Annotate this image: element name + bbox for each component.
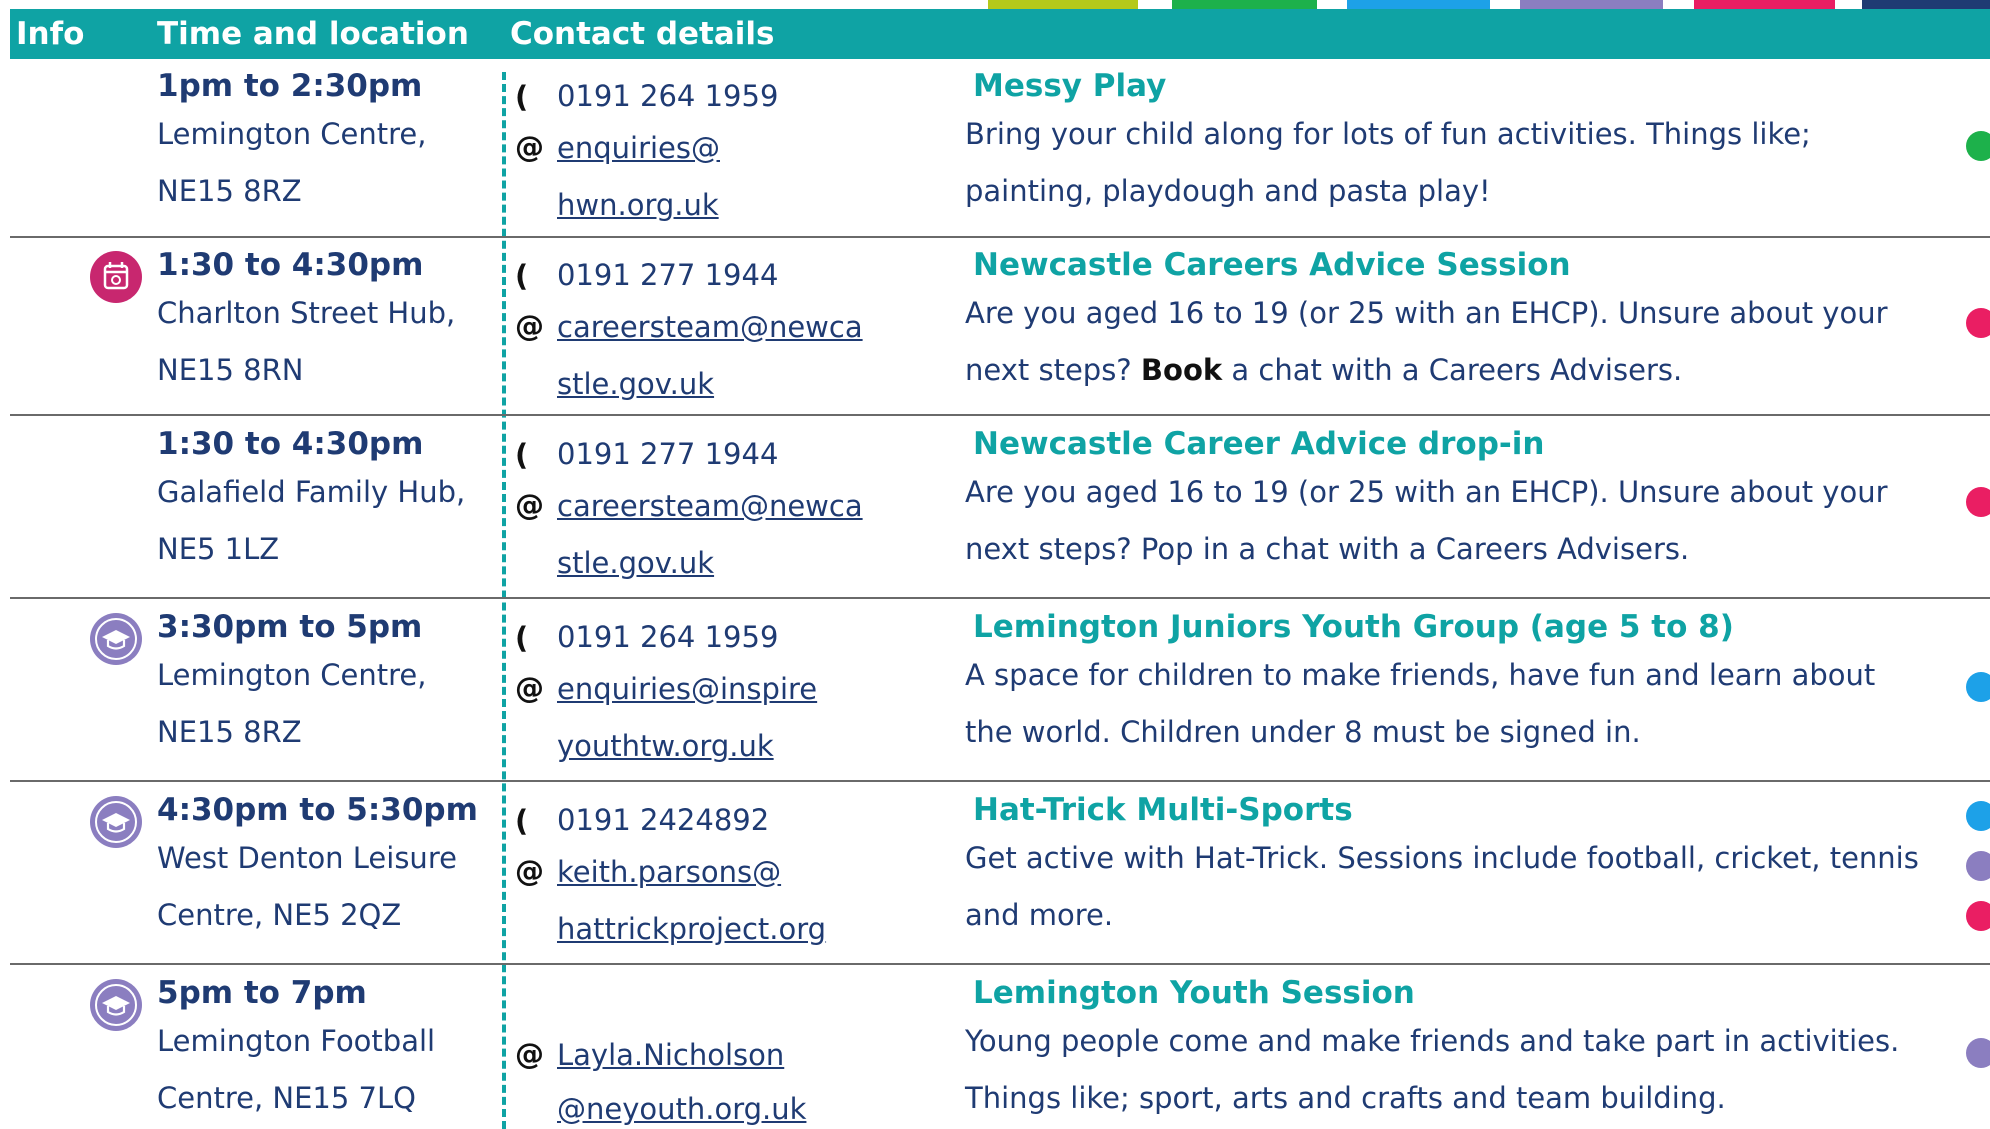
phone-number: 0191 277 1944 bbox=[557, 437, 779, 471]
session-place-line1: Charlton Street Hub, bbox=[157, 296, 456, 330]
row-divider bbox=[10, 414, 1990, 416]
phone-icon: ( bbox=[515, 621, 529, 655]
email-link-line1[interactable]: Layla.Nicholson bbox=[557, 1038, 784, 1072]
session-time: 3:30pm to 5pm bbox=[157, 609, 423, 645]
table-row: 1pm to 2:30pm Lemington Centre, NE15 8RZ… bbox=[0, 68, 1990, 237]
phone-number: 0191 264 1959 bbox=[557, 79, 779, 113]
session-place-line2: NE5 1LZ bbox=[157, 532, 280, 566]
activity-description-line1: Are you aged 16 to 19 (or 25 with an EHC… bbox=[965, 475, 1888, 509]
activity-description-line2: next steps? Book a chat with a Careers A… bbox=[965, 353, 1683, 387]
phone-number: 0191 2424892 bbox=[557, 803, 770, 837]
calendar-booking-icon bbox=[90, 251, 142, 303]
activity-title: Newcastle Career Advice drop-in bbox=[973, 426, 1545, 462]
category-dot-purple bbox=[1966, 851, 1990, 881]
session-time: 4:30pm to 5:30pm bbox=[157, 792, 478, 828]
category-dot-pink bbox=[1966, 901, 1990, 931]
email-icon: @ bbox=[515, 309, 544, 343]
session-place-line2: NE15 8RZ bbox=[157, 715, 302, 749]
header-info: Info bbox=[16, 16, 85, 52]
row-divider bbox=[10, 963, 1990, 965]
email-link-line2[interactable]: youthtw.org.uk bbox=[557, 729, 774, 763]
row-divider bbox=[10, 236, 1990, 238]
activity-description-line1: Bring your child along for lots of fun a… bbox=[965, 117, 1811, 151]
row-divider bbox=[10, 597, 1990, 599]
activity-description-line1: Are you aged 16 to 19 (or 25 with an EHC… bbox=[965, 296, 1888, 330]
category-dot-pink bbox=[1966, 308, 1990, 338]
email-link-line2[interactable]: hwn.org.uk bbox=[557, 188, 719, 222]
email-link-line2[interactable]: @neyouth.org.uk bbox=[557, 1092, 806, 1126]
email-icon: @ bbox=[515, 671, 544, 705]
table-row: 3:30pm to 5pm Lemington Centre, NE15 8RZ… bbox=[0, 609, 1990, 779]
activity-title: Hat-Trick Multi-Sports bbox=[973, 792, 1353, 828]
activity-description-line1: A space for children to make friends, ha… bbox=[965, 658, 1876, 692]
color-strip-green bbox=[1172, 0, 1317, 9]
email-link-line1[interactable]: careersteam@newca bbox=[557, 489, 863, 523]
session-place-line1: Galafield Family Hub, bbox=[157, 475, 466, 509]
table-row: 1:30 to 4:30pm Charlton Street Hub, NE15… bbox=[0, 247, 1990, 414]
color-strip-lime bbox=[988, 0, 1138, 9]
header-contact-details: Contact details bbox=[510, 16, 775, 52]
activity-description-line2: and more. bbox=[965, 898, 1114, 932]
color-strip-pink bbox=[1694, 0, 1835, 9]
session-place-line2: Centre, NE5 2QZ bbox=[157, 898, 402, 932]
email-icon: @ bbox=[515, 854, 544, 888]
email-icon: @ bbox=[515, 130, 544, 164]
activity-description-line1: Young people come and make friends and t… bbox=[965, 1024, 1900, 1058]
session-time: 1pm to 2:30pm bbox=[157, 68, 423, 104]
email-link-line1[interactable]: enquiries@inspire bbox=[557, 672, 817, 706]
category-dot-green bbox=[1966, 131, 1990, 161]
activity-description-line2: the world. Children under 8 must be sign… bbox=[965, 715, 1641, 749]
phone-number: 0191 264 1959 bbox=[557, 620, 779, 654]
email-link-line1[interactable]: careersteam@newca bbox=[557, 310, 863, 344]
session-place-line1: Lemington Centre, bbox=[157, 658, 427, 692]
graduation-cap-icon bbox=[90, 613, 142, 665]
activity-description-line2: painting, playdough and pasta play! bbox=[965, 174, 1491, 208]
category-dot-blue bbox=[1966, 801, 1990, 831]
category-dot-pink bbox=[1966, 487, 1990, 517]
activity-description-line2: Things like; sport, arts and crafts and … bbox=[965, 1081, 1726, 1115]
phone-number: 0191 277 1944 bbox=[557, 258, 779, 292]
activity-description-line2: next steps? Pop in a chat with a Careers… bbox=[965, 532, 1690, 566]
session-time: 5pm to 7pm bbox=[157, 975, 367, 1011]
email-link-line1[interactable]: keith.parsons@ bbox=[557, 855, 781, 889]
graduation-cap-icon bbox=[90, 979, 142, 1031]
email-link-line2[interactable]: hattrickproject.org bbox=[557, 912, 826, 946]
phone-icon: ( bbox=[515, 804, 529, 838]
session-time: 1:30 to 4:30pm bbox=[157, 426, 424, 462]
table-header: Info Time and location Contact details bbox=[10, 9, 1990, 59]
activity-description-line1: Get active with Hat-Trick. Sessions incl… bbox=[965, 841, 1919, 875]
session-place-line1: Lemington Centre, bbox=[157, 117, 427, 151]
session-place-line2: NE15 8RZ bbox=[157, 174, 302, 208]
email-icon: @ bbox=[515, 488, 544, 522]
email-icon: @ bbox=[515, 1037, 544, 1071]
table-row: 1:30 to 4:30pm Galafield Family Hub, NE5… bbox=[0, 426, 1990, 596]
email-link-line2[interactable]: stle.gov.uk bbox=[557, 367, 714, 401]
phone-icon: ( bbox=[515, 80, 529, 114]
activity-title: Lemington Juniors Youth Group (age 5 to … bbox=[973, 609, 1734, 645]
header-time-location: Time and location bbox=[157, 16, 469, 52]
session-time: 1:30 to 4:30pm bbox=[157, 247, 424, 283]
email-link-line2[interactable]: stle.gov.uk bbox=[557, 546, 714, 580]
session-place-line2: NE15 8RN bbox=[157, 353, 304, 387]
session-place-line1: Lemington Football bbox=[157, 1024, 436, 1058]
table-row: 5pm to 7pm Lemington Football Centre, NE… bbox=[0, 975, 1990, 1129]
email-link-line1[interactable]: enquiries@ bbox=[557, 131, 720, 165]
phone-icon: ( bbox=[515, 438, 529, 472]
graduation-cap-icon bbox=[90, 796, 142, 848]
category-dot-blue bbox=[1966, 672, 1990, 702]
row-divider bbox=[10, 780, 1990, 782]
color-strip-navy bbox=[1862, 0, 1990, 9]
color-strip-purple bbox=[1520, 0, 1663, 9]
phone-icon: ( bbox=[515, 259, 529, 293]
session-place-line1: West Denton Leisure bbox=[157, 841, 457, 875]
activity-title: Lemington Youth Session bbox=[973, 975, 1415, 1011]
table-row: 4:30pm to 5:30pm West Denton Leisure Cen… bbox=[0, 792, 1990, 962]
color-strip-blue bbox=[1347, 0, 1490, 9]
activity-title: Messy Play bbox=[973, 68, 1167, 104]
session-place-line2: Centre, NE15 7LQ bbox=[157, 1081, 416, 1115]
activity-title: Newcastle Careers Advice Session bbox=[973, 247, 1571, 283]
category-dot-purple bbox=[1966, 1038, 1990, 1068]
